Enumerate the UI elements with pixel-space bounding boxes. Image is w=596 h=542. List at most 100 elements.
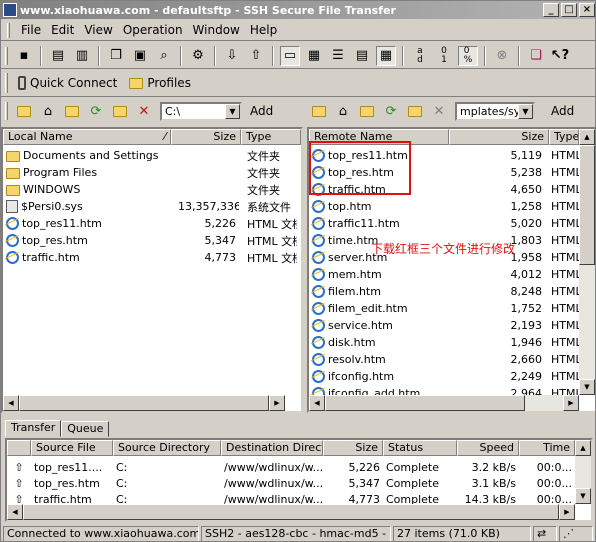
local-col-name[interactable]: Local Name ⁄ <box>3 129 171 145</box>
home-icon[interactable]: ⌂ <box>38 101 58 121</box>
scroll-left-icon[interactable]: ◀ <box>7 504 23 520</box>
tab-queue[interactable]: Queue <box>61 421 110 437</box>
scroll-down-icon[interactable]: ▼ <box>579 379 595 395</box>
new-folder-icon[interactable] <box>357 101 377 121</box>
remote-path-input[interactable]: mplates/sys ▼ <box>455 101 535 121</box>
remote-col-type[interactable]: Type <box>549 129 579 145</box>
local-file-row[interactable]: WINDOWS 文件夹 <box>3 181 297 198</box>
home-icon[interactable]: ⌂ <box>333 101 353 121</box>
transfer-col-dir[interactable] <box>7 440 31 456</box>
list-view-icon[interactable]: ☰ <box>328 46 348 66</box>
context-help-icon[interactable]: ↖? <box>550 46 570 66</box>
local-file-row[interactable]: top_res.htm 5,347 HTML 文档 <box>3 232 297 249</box>
create-folder-icon[interactable] <box>110 101 130 121</box>
download-icon[interactable]: ⇩ <box>222 46 242 66</box>
find-icon[interactable]: ⌕ <box>154 46 174 66</box>
remote-file-row[interactable]: top.htm 1,258 HTML <box>309 198 579 215</box>
toolbar-grip[interactable] <box>5 102 8 120</box>
remote-vscrollbar[interactable]: ▲ ▼ <box>579 129 595 395</box>
ascii-mode-icon[interactable]: ad <box>410 46 430 66</box>
up-folder-icon[interactable] <box>14 101 34 121</box>
create-folder-icon[interactable] <box>405 101 425 121</box>
new-folder-icon[interactable] <box>62 101 82 121</box>
up-folder-icon[interactable] <box>309 101 329 121</box>
local-file-row[interactable]: top_res11.htm 5,226 HTML 文档 <box>3 215 297 232</box>
local-file-row[interactable]: Program Files 文件夹 <box>3 164 297 181</box>
menu-view[interactable]: View <box>79 23 117 37</box>
delete-icon[interactable]: ✕ <box>134 101 154 121</box>
transfer-col-dest-dir[interactable]: Destination Direct... <box>221 440 323 456</box>
print-icon[interactable]: ▤ <box>48 46 68 66</box>
scroll-right-icon[interactable]: ▶ <box>559 504 575 520</box>
chevron-down-icon[interactable]: ▼ <box>225 103 240 119</box>
transfer-vscrollbar[interactable]: ▲ ▼ <box>575 440 591 504</box>
remote-file-row[interactable]: mem.htm 4,012 HTML <box>309 266 579 283</box>
copy-icon[interactable]: ❐ <box>106 46 126 66</box>
profiles-button[interactable]: Profiles <box>123 73 197 93</box>
chevron-down-icon[interactable]: ▼ <box>518 103 533 119</box>
remote-file-row[interactable]: resolv.htm 2,660 HTML <box>309 351 579 368</box>
local-file-row[interactable]: Documents and Settings 文件夹 <box>3 147 297 164</box>
stop-icon[interactable]: ⊗ <box>492 46 512 66</box>
upload-icon[interactable]: ⇧ <box>246 46 266 66</box>
title-bar[interactable]: www.xiaohuawa.com - defaultsftp - SSH Se… <box>1 1 595 19</box>
transfer-col-source-dir[interactable]: Source Directory <box>113 440 221 456</box>
local-col-type[interactable]: Type <box>241 129 301 145</box>
remote-file-row[interactable]: disk.htm 1,946 HTML <box>309 334 579 351</box>
grid-view-icon[interactable]: ▦ <box>376 45 396 66</box>
large-icons-icon[interactable]: ▦ <box>304 46 324 66</box>
tab-transfer[interactable]: Transfer <box>5 420 62 437</box>
save-icon[interactable]: ▪ <box>14 46 34 66</box>
settings-icon[interactable]: ⚙ <box>188 46 208 66</box>
scroll-up-icon[interactable]: ▲ <box>579 129 595 145</box>
scroll-thumb[interactable] <box>19 395 269 411</box>
maximize-button[interactable]: □ <box>561 3 577 17</box>
scroll-down-icon[interactable]: ▼ <box>575 488 591 504</box>
local-hscrollbar[interactable]: ◀ ▶ <box>3 395 285 411</box>
local-path-input[interactable]: C:\ ▼ <box>160 101 242 121</box>
transfer-row[interactable]: ⇧ top_res.htm C: /www/wdlinux/w... 5,347 Comp… <box>7 475 575 492</box>
transfer-hscrollbar[interactable]: ◀ ▶ <box>7 504 575 520</box>
transfer-col-speed[interactable]: Speed <box>457 440 519 456</box>
binary-mode-icon[interactable]: 01 <box>434 46 454 66</box>
remote-col-size[interactable]: Size <box>449 129 549 145</box>
quick-connect-button[interactable]: Quick Connect <box>12 73 123 93</box>
split-view-icon[interactable]: ▭ <box>280 45 300 66</box>
scroll-right-icon[interactable]: ▶ <box>269 395 285 411</box>
close-button[interactable]: × <box>579 3 595 17</box>
help-book-icon[interactable]: ❏ <box>526 46 546 66</box>
refresh-icon[interactable]: ⟳ <box>381 101 401 121</box>
local-col-size[interactable]: Size <box>171 129 241 145</box>
print-preview-icon[interactable]: ▥ <box>72 46 92 66</box>
transfer-col-status[interactable]: Status <box>383 440 457 456</box>
menu-window[interactable]: Window <box>188 23 245 37</box>
auto-mode-icon[interactable]: 0% <box>458 45 478 66</box>
menubar-grip[interactable] <box>7 22 10 38</box>
menu-edit[interactable]: Edit <box>46 23 79 37</box>
local-file-row[interactable]: traffic.htm 4,773 HTML 文档 <box>3 249 297 266</box>
scroll-thumb[interactable] <box>579 145 595 265</box>
local-add-button[interactable]: Add <box>242 101 281 121</box>
toolbar-grip[interactable] <box>5 73 8 93</box>
toolbar-grip[interactable] <box>5 46 8 65</box>
refresh-icon[interactable]: ⟳ <box>86 101 106 121</box>
transfer-col-size[interactable]: Size <box>323 440 383 456</box>
minimize-button[interactable]: _ <box>543 3 559 17</box>
scroll-left-icon[interactable]: ◀ <box>3 395 19 411</box>
menu-file[interactable]: File <box>16 23 46 37</box>
transfer-row[interactable]: ⇧ top_res11.... C: /www/wdlinux/w... 5,226 Co… <box>7 459 575 476</box>
delete-icon[interactable]: ✕ <box>429 101 449 121</box>
menu-help[interactable]: Help <box>245 23 282 37</box>
paste-icon[interactable]: ▣ <box>130 46 150 66</box>
menu-operation[interactable]: Operation <box>118 23 188 37</box>
remote-file-row[interactable]: filem_edit.htm 1,752 HTML <box>309 300 579 317</box>
scroll-thumb[interactable] <box>23 504 559 520</box>
remote-file-row[interactable]: traffic11.htm 5,020 HTML <box>309 215 579 232</box>
details-view-icon[interactable]: ▤ <box>352 46 372 66</box>
transfer-col-time[interactable]: Time <box>519 440 575 456</box>
scroll-left-icon[interactable]: ◀ <box>309 395 325 411</box>
remote-file-row[interactable]: ifconfig.htm 2,249 HTML <box>309 368 579 385</box>
scroll-right-icon[interactable]: ▶ <box>563 395 579 411</box>
size-grip-icon[interactable]: ⋰ <box>559 526 593 541</box>
remote-file-row[interactable]: service.htm 2,193 HTML <box>309 317 579 334</box>
